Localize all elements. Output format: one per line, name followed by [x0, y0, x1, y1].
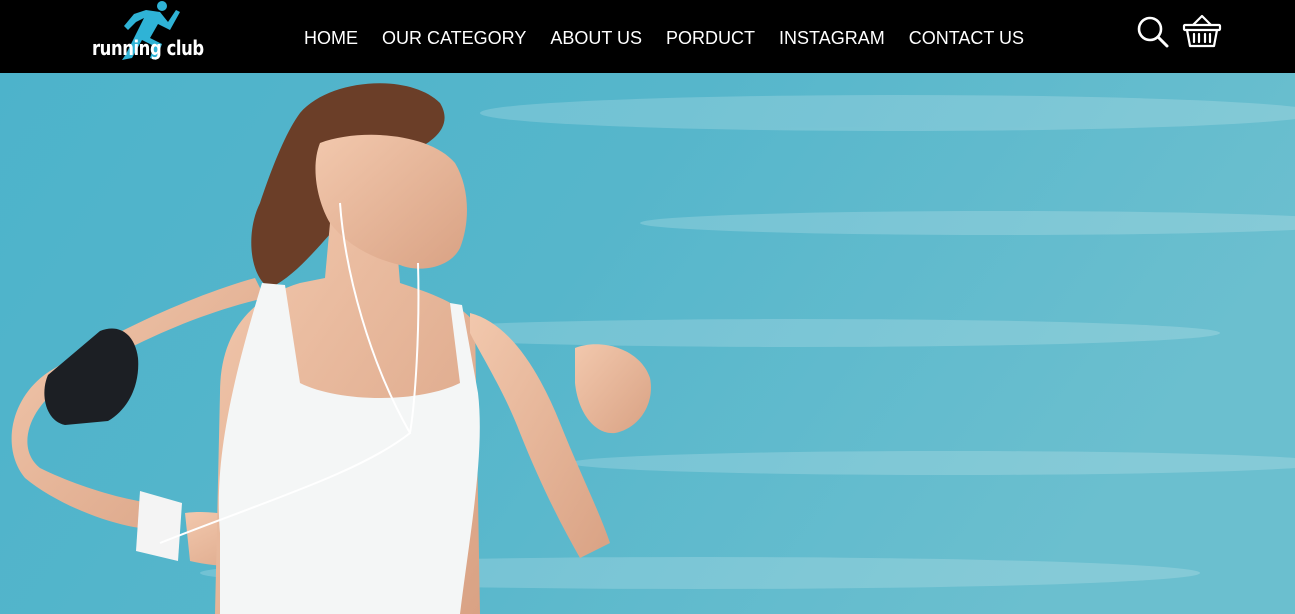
cart-button[interactable]: [1180, 12, 1222, 52]
hero-photo: [0, 73, 1295, 614]
nav-link-contact-us[interactable]: CONTACT US: [909, 27, 1024, 49]
search-button[interactable]: [1134, 12, 1174, 52]
nav-item-product: PORDUCT: [666, 27, 755, 49]
nav-link-instagram[interactable]: INSTAGRAM: [779, 27, 885, 49]
nav-link-product[interactable]: PORDUCT: [666, 27, 755, 49]
logo-text: running club: [92, 36, 204, 60]
nav-item-about-us: ABOUT US: [550, 27, 642, 49]
site-header: running club HOME OUR CATEGORY ABOUT US …: [0, 0, 1295, 73]
nav-link-home[interactable]: HOME: [304, 27, 358, 49]
nav-item-home: HOME: [304, 27, 358, 49]
nav-item-contact-us: CONTACT US: [909, 27, 1024, 49]
nav-item-instagram: INSTAGRAM: [779, 27, 885, 49]
hero-banner: [0, 73, 1295, 614]
basket-icon: [1182, 14, 1222, 48]
search-icon: [1137, 16, 1169, 48]
nav-link-our-category[interactable]: OUR CATEGORY: [382, 27, 526, 49]
nav-link-about-us[interactable]: ABOUT US: [550, 27, 642, 49]
header-tools: [1134, 12, 1222, 52]
logo-link[interactable]: running club: [88, 0, 204, 70]
nav-item-our-category: OUR CATEGORY: [382, 27, 526, 49]
main-nav: HOME OUR CATEGORY ABOUT US PORDUCT INSTA…: [304, 27, 1024, 49]
